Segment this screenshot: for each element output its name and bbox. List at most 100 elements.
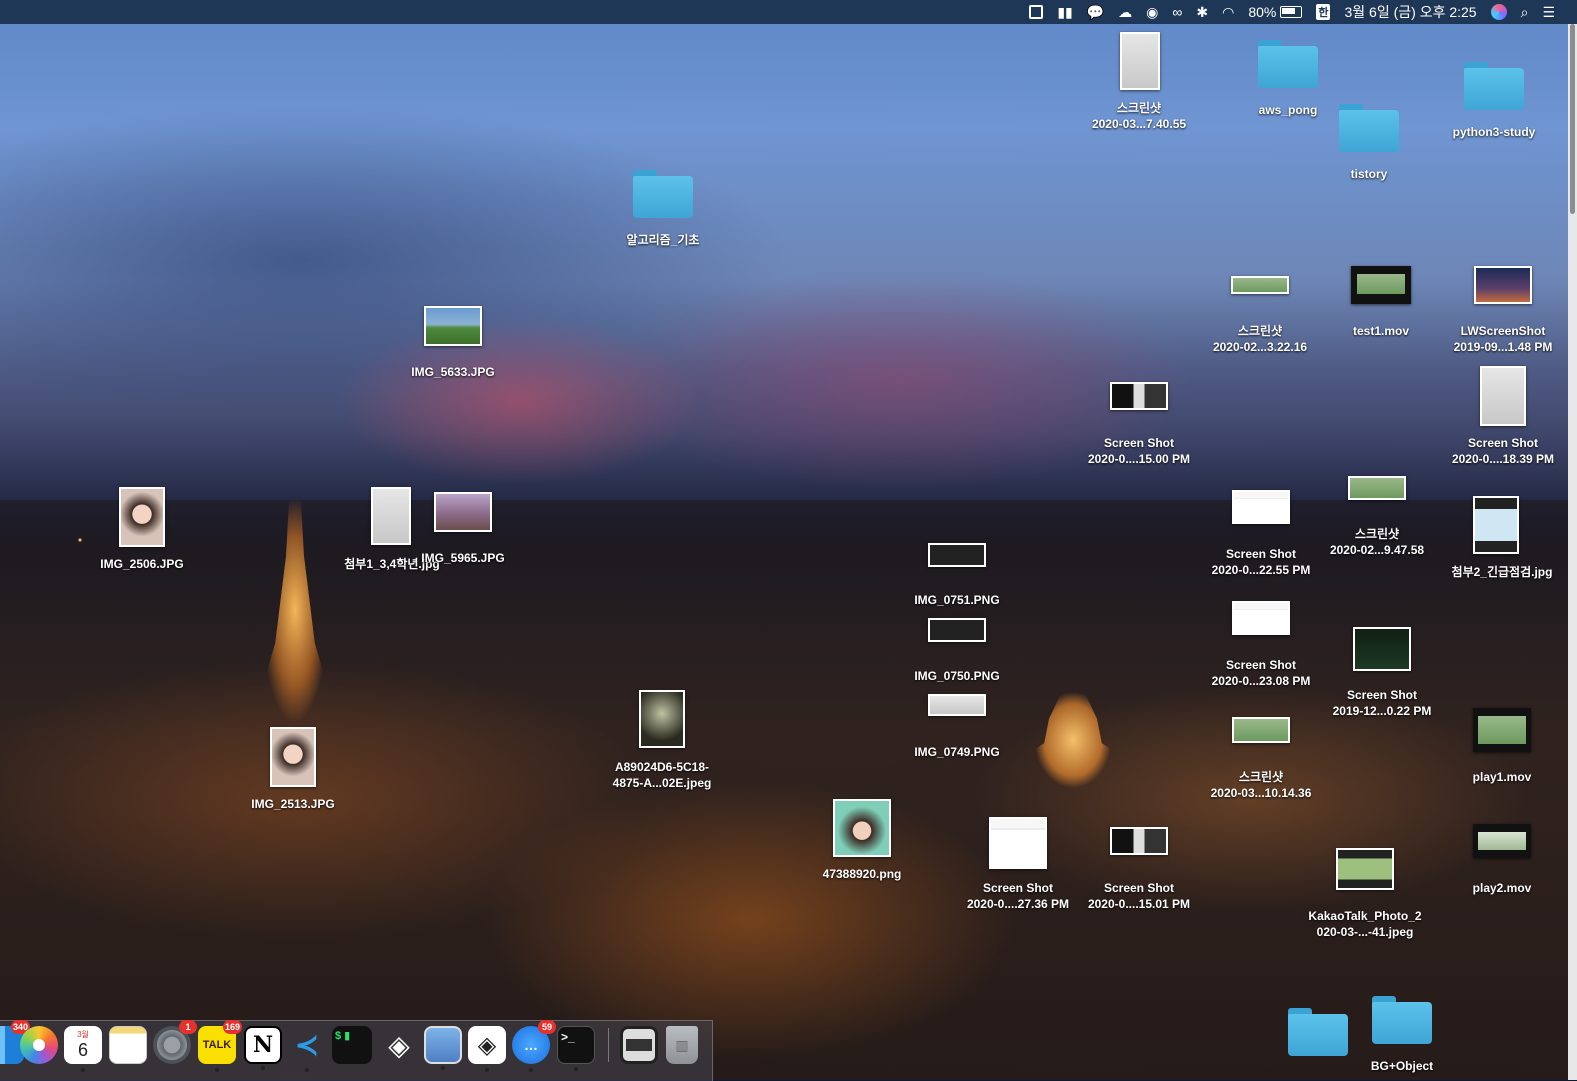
desktop-file-attachment2[interactable]: 첨부2_긴급점검.jpg [1452,496,1552,586]
file-name-line2: 2020-03...10.14.36 [1210,786,1312,800]
desktop-file-screen-shot[interactable]: Screen Shot 2020-0....15.00 PM [1088,382,1190,472]
dock-trash[interactable]: ▥ [666,1026,698,1064]
dock-kakaotalk[interactable]: TALK 169 [198,1020,242,1072]
file-name-line1: 스크린샷 [1116,101,1162,115]
desktop-file-img-0751[interactable]: IMG_0751.PNG [914,543,1000,613]
wallpaper-city-lights [0,500,1568,1080]
file-thumbnail [434,492,492,532]
desktop-file-img-0750[interactable]: IMG_0750.PNG [914,618,1000,688]
file-thumbnail [1232,490,1290,524]
window-icon[interactable] [1029,5,1044,19]
file-name-line2: 2019-12...0.22 PM [1332,704,1432,718]
file-name-line1: KakaoTalk_Photo_2 [1308,909,1422,923]
siri-icon[interactable] [1490,4,1507,20]
dock-preview[interactable] [424,1026,462,1070]
dock-system-preferences[interactable]: 1 [153,1020,197,1064]
dock-photos[interactable] [20,1026,58,1064]
running-indicator [441,1066,445,1070]
right-scrollbar[interactable] [1568,24,1577,1080]
dock-vscode[interactable]: ≺ [288,1026,326,1072]
photos-icon [33,1039,45,1051]
desktop-folder-bg-object[interactable]: BG+Object [1371,996,1433,1080]
file-name-line1: LWScreenShot [1460,324,1546,338]
running-indicator [261,1066,265,1070]
file-name: Screen Shot 2020-0....15.01 PM [1088,880,1190,912]
desktop-file-img-5633[interactable]: IMG_5633.JPG [411,306,495,386]
file-thumbnail [1110,827,1168,855]
file-thumbnail [928,618,986,642]
desktop-file-test1-mov[interactable]: test1.mov [1350,266,1412,346]
desktop-folder-algorithm[interactable]: 알고리즘_기초 [627,170,699,250]
desktop-file-play1-mov[interactable]: play1.mov [1472,708,1532,788]
file-name-line2: 2019-09...1.48 PM [1453,340,1553,354]
desktop-file-screen-shot[interactable]: Screen Shot 2020-0....15.01 PM [1088,827,1190,917]
file-thumbnail [1232,717,1290,743]
desktop-file-screenshot[interactable]: 스크린샷 2020-02...9.47.58 [1330,476,1424,566]
file-thumbnail [1480,366,1526,426]
running-indicator [215,1068,219,1072]
desktop-file-screen-shot[interactable]: Screen Shot 2020-0...22.55 PM [1212,490,1310,580]
folder-name: 알고리즘_기초 [626,233,700,247]
dock-notion[interactable]: N [244,1026,282,1070]
clock[interactable]: 3월 6일 (금) 오후 2:25 [1344,2,1476,22]
desktop-file-img-5965[interactable]: IMG_5965.JPG [421,492,505,572]
file-name: 스크린샷 2020-02...3.22.16 [1213,323,1307,355]
file-name: IMG_2506.JPG [100,557,184,571]
desktop-file-screen-shot[interactable]: Screen Shot 2020-0....18.39 PM [1452,366,1554,466]
wifi-icon[interactable]: ◠ [1222,4,1234,21]
desktop-file-screen-shot[interactable]: Screen Shot 2020-0....27.36 PM [967,817,1069,917]
desktop-file-screenshot[interactable]: 스크린샷 2020-02...3.22.16 [1213,276,1307,356]
media-icon[interactable]: ◉ [1146,4,1158,21]
desktop-folder-tistory[interactable]: tistory [1339,104,1399,184]
dock-terminal[interactable]: >_ [557,1026,595,1071]
dock-screenshot-stack[interactable] [620,1026,658,1064]
desktop-folder[interactable] [1288,1008,1348,1068]
desktop-file-play2-mov[interactable]: play2.mov [1472,824,1532,904]
desktop-file-lwscreenshot[interactable]: LWScreenShot 2019-09...1.48 PM [1454,266,1552,356]
desktop-file-img-0749[interactable]: IMG_0749.PNG [914,694,1000,764]
creative-cloud-icon[interactable]: ∞ [1172,4,1182,20]
spotlight-search-icon[interactable]: ⌕ [1521,4,1529,21]
file-name: Screen Shot 2019-12...0.22 PM [1333,687,1432,719]
dock-unity[interactable]: ◈ [380,1026,418,1064]
file-name-line1: 스크린샷 [1238,770,1284,784]
desktop-file-a89024d6-jpeg[interactable]: A89024D6-5C18- 4875-A...02E.jpeg [613,690,711,790]
dock-calendar[interactable]: 3월 6 [64,1026,102,1072]
unity-hub-icon: ◈ [477,1031,497,1059]
file-name: 첨부2_긴급점검.jpg [1451,565,1553,579]
file-name-line2: 2020-0....15.01 PM [1087,897,1191,911]
cloud-icon[interactable]: ☁ [1118,4,1132,21]
file-name-line1: Screen Shot [1103,881,1175,895]
file-name-line1: Screen Shot [1225,547,1297,561]
file-thumbnail [928,694,986,716]
desktop-file-screenshot[interactable]: 스크린샷 2020-03...10.14.36 [1211,717,1311,807]
dock-iterm[interactable]: $ ▮ [332,1026,372,1064]
input-source[interactable]: 한 [1316,4,1331,20]
file-name: IMG_0751.PNG [914,593,1000,607]
dock-messenger[interactable]: … 59 [512,1020,556,1072]
desktop-file-img-2506[interactable]: IMG_2506.JPG [100,487,184,577]
dock-notes[interactable] [109,1026,147,1064]
battery-status[interactable]: 80% [1248,4,1303,20]
bluetooth-icon[interactable]: ✱ [1196,4,1208,21]
desktop-file-kakaotalk-photo[interactable]: KakaoTalk_Photo_2 020-03-...-41.jpeg [1308,848,1422,948]
desktop-file-screenshot[interactable]: 스크린샷 2020-03...7.40.55 [1092,32,1186,132]
file-name: IMG_0749.PNG [914,745,1000,759]
desktop-file-screen-shot[interactable]: Screen Shot 2019-12...0.22 PM [1333,627,1431,718]
desktop-folder-aws-pong[interactable]: aws_pong [1258,40,1318,120]
chat-icon[interactable]: 💬 [1087,4,1104,21]
notification-center-icon[interactable]: ☰ [1542,4,1555,21]
file-name: LWScreenShot 2019-09...1.48 PM [1454,323,1553,355]
dock-unity-hub[interactable]: ◈ [468,1026,506,1072]
file-thumbnail [1336,848,1394,890]
columns-icon[interactable]: ▮▮ [1057,4,1072,21]
file-name: IMG_5965.JPG [421,551,505,565]
desktop-file-img-2513[interactable]: IMG_2513.JPG [251,727,335,817]
running-indicator [81,1068,85,1072]
folder-name: aws_pong [1258,103,1318,117]
desktop-file-47388920-png[interactable]: 47388920.png [823,799,901,889]
vscode-icon: ≺ [294,1028,320,1062]
desktop-file-screen-shot[interactable]: Screen Shot 2020-0...23.08 PM [1212,601,1310,691]
desktop-folder-python3-study[interactable]: python3-study [1453,62,1535,142]
desktop-file-attachment1[interactable]: 첨부1_3,4학년.jpg [344,487,440,577]
